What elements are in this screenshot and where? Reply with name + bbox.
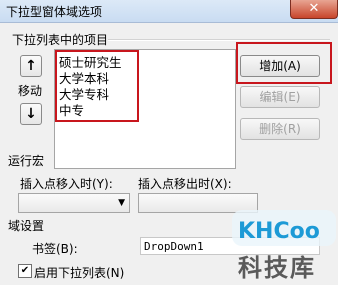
- enable-dropdown-label: 启用下拉列表(N): [34, 266, 125, 280]
- section-label-field-settings: 域设置: [8, 219, 45, 233]
- close-icon: ✕: [308, 1, 320, 16]
- checkmark-icon: ✔: [20, 265, 30, 276]
- window-title: 下拉型窗体域选项: [6, 5, 103, 19]
- enable-dropdown-checkbox[interactable]: ✔: [18, 264, 32, 278]
- highlight-box-items: [55, 50, 139, 122]
- highlight-box-add: [236, 42, 332, 84]
- close-button[interactable]: ✕: [290, 0, 338, 19]
- svg-text:KHCoo: KHCoo: [238, 219, 320, 244]
- edit-button[interactable]: 编辑(E): [240, 86, 320, 108]
- entry-macro-select[interactable]: ▼: [18, 193, 130, 213]
- delete-button[interactable]: 删除(R): [240, 118, 320, 140]
- move-up-button[interactable]: ↑: [20, 55, 42, 77]
- title-bar: 下拉型窗体域选项 ✕: [0, 0, 338, 23]
- move-label: 移动: [18, 84, 43, 98]
- move-down-button[interactable]: ↓: [20, 103, 42, 125]
- arrow-up-icon: ↑: [25, 58, 37, 74]
- section-divider: [108, 39, 330, 41]
- khcoo-logo: KHCoo: [232, 210, 336, 246]
- chevron-down-icon: ▼: [118, 198, 125, 208]
- watermark-text: 科技库: [238, 254, 316, 282]
- bookmark-label: 书签(B):: [32, 242, 78, 256]
- section-label-dropdown-items: 下拉列表中的项目: [12, 33, 109, 47]
- entry-macro-label: 插入点移入时(Y):: [20, 177, 113, 191]
- section-label-run-macro: 运行宏: [8, 154, 45, 168]
- exit-macro-label: 插入点移出时(X):: [138, 177, 232, 191]
- arrow-down-icon: ↓: [25, 106, 37, 122]
